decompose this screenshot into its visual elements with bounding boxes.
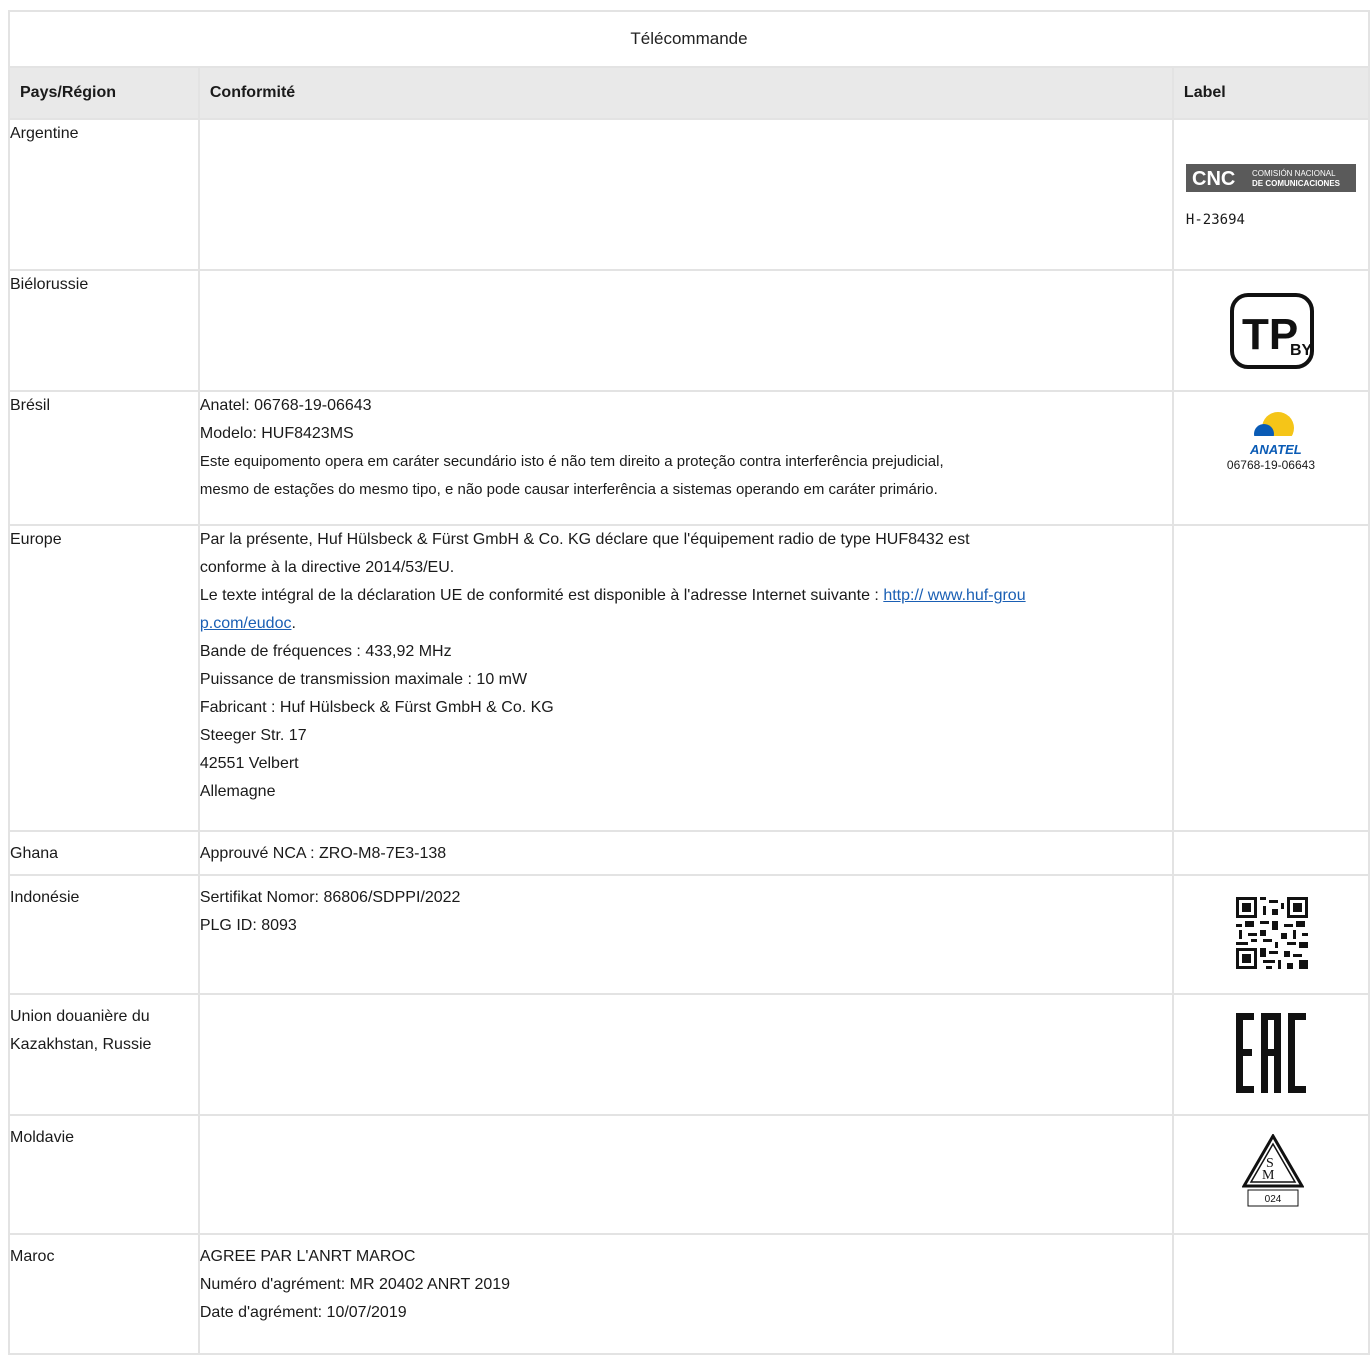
- cnc-mark: CNC: [1192, 168, 1235, 190]
- compliance-line: Modelo: HUF8423MS: [199, 425, 354, 442]
- label-cell: ANATEL 06768-19-06643: [1171, 390, 1370, 526]
- label-code: H-23694: [1185, 212, 1245, 228]
- label-cell: [1171, 1233, 1370, 1355]
- compliance-line: Este equipomento opera em caráter secund…: [199, 453, 944, 470]
- compliance-text: Le texte intégral de la déclaration UE d…: [199, 587, 884, 604]
- country-line: Union douanière du: [10, 1008, 150, 1025]
- compliance-cell: [197, 118, 1174, 271]
- compliance-line: conforme à la directive 2014/53/EU.: [199, 559, 455, 576]
- table-caption: Télécommande: [8, 10, 1370, 68]
- compliance-table: Télécommande Pays/Région Conformité Labe…: [8, 10, 1370, 1355]
- compliance-line: Numéro d'agrément: MR 20402 ANRT 2019: [199, 1276, 511, 1293]
- compliance-cell: Approuvé NCA : ZRO-M8-7E3-138: [197, 830, 1174, 876]
- compliance-cell: [197, 269, 1174, 392]
- compliance-line: Puissance de transmission maximale : 10 …: [199, 671, 528, 688]
- compliance-cell: AGREE PAR L'ANRT MAROC Numéro d'agrément…: [197, 1233, 1174, 1355]
- country-cell: Brésil: [8, 390, 200, 526]
- compliance-line: 42551 Velbert: [199, 755, 299, 772]
- table-row: Biélorussie TP BY: [8, 269, 1370, 392]
- country-cell: Maroc: [8, 1233, 200, 1355]
- compliance-cell: Par la présente, Huf Hülsbeck & Fürst Gm…: [197, 524, 1174, 832]
- compliance-cell: Anatel: 06768-19-06643 Modelo: HUF8423MS…: [197, 390, 1174, 526]
- country-line: Kazakhstan, Russie: [10, 1036, 152, 1053]
- compliance-line: Fabricant : Huf Hülsbeck & Fürst GmbH & …: [199, 699, 554, 716]
- compliance-line: Steeger Str. 17: [199, 727, 307, 744]
- qr-code-icon: [1232, 894, 1311, 972]
- table-header-row: Pays/Région Conformité Label: [8, 66, 1370, 120]
- compliance-line: Anatel: 06768-19-06643: [199, 397, 372, 414]
- label-cell: S M 024: [1171, 1114, 1370, 1235]
- compliance-text: .: [291, 615, 296, 632]
- compliance-line: PLG ID: 8093: [199, 917, 297, 934]
- compliance-line: p.com/eudoc.: [200, 610, 1172, 638]
- label-cell: [1171, 874, 1370, 995]
- label-cell: [1171, 830, 1370, 876]
- compliance-line: AGREE PAR L'ANRT MAROC: [199, 1248, 416, 1265]
- by-text: BY: [1290, 342, 1313, 359]
- label-cell: CNC COMISIÓN NACIONAL DE COMUNICACIONES …: [1171, 118, 1370, 271]
- header-compliance: Conformité: [197, 66, 1174, 120]
- country-cell: Europe: [8, 524, 200, 832]
- anatel-code: 06768-19-06643: [1226, 458, 1315, 472]
- eudoc-link[interactable]: http:// www.huf-grou: [883, 587, 1025, 604]
- table-row: Moldavie S M 024: [8, 1114, 1370, 1235]
- compliance-line: Bande de fréquences : 433,92 MHz: [199, 643, 452, 660]
- country-cell: Indonésie: [8, 874, 200, 995]
- compliance-line: mesmo de estações do mesmo tipo, e não p…: [199, 481, 938, 498]
- anatel-text: ANATEL: [1249, 442, 1302, 457]
- table-row: Argentine CNC COMISIÓN NACIONAL DE COMUN…: [8, 118, 1370, 271]
- compliance-line: Allemagne: [199, 783, 276, 800]
- label-cell: TP BY: [1171, 269, 1370, 392]
- table-row: Brésil Anatel: 06768-19-06643 Modelo: HU…: [8, 390, 1370, 526]
- compliance-cell: Sertifikat Nomor: 86806/SDPPI/2022 PLG I…: [197, 874, 1174, 995]
- cnc-line2: DE COMUNICACIONES: [1252, 179, 1341, 188]
- svg-text:M: M: [1262, 1168, 1275, 1183]
- table-row: Ghana Approuvé NCA : ZRO-M8-7E3-138: [8, 830, 1370, 876]
- sm-mark-icon: S M 024: [1241, 1134, 1304, 1207]
- eac-logo-icon: [1235, 1013, 1306, 1093]
- label-cell: [1171, 524, 1370, 832]
- compliance-line: Par la présente, Huf Hülsbeck & Fürst Gm…: [199, 531, 970, 548]
- label-cell: [1171, 993, 1370, 1116]
- compliance-line: Date d'agrément: 10/07/2019: [199, 1304, 407, 1321]
- table-row: Maroc AGREE PAR L'ANRT MAROC Numéro d'ag…: [8, 1233, 1370, 1355]
- table-row: Indonésie Sertifikat Nomor: 86806/SDPPI/…: [8, 874, 1370, 995]
- country-cell: Ghana: [8, 830, 200, 876]
- country-cell: Argentine: [8, 118, 200, 271]
- tp-by-logo-icon: TP BY: [1229, 293, 1314, 369]
- compliance-line: Le texte intégral de la déclaration UE d…: [200, 582, 1172, 610]
- cnc-line1: COMISIÓN NACIONAL: [1252, 169, 1336, 178]
- country-cell: Biélorussie: [8, 269, 200, 392]
- compliance-cell: [197, 1114, 1174, 1235]
- cnc-logo-icon: CNC COMISIÓN NACIONAL DE COMUNICACIONES: [1185, 164, 1356, 192]
- anatel-logo-icon: ANATEL: [1249, 412, 1302, 457]
- compliance-cell: [197, 993, 1174, 1116]
- header-label: Label: [1171, 66, 1370, 120]
- header-country: Pays/Région: [8, 66, 200, 120]
- country-cell: Moldavie: [8, 1114, 200, 1235]
- sm-code: 024: [1265, 1194, 1282, 1205]
- table-row: Union douanière du Kazakhstan, Russie: [8, 993, 1370, 1116]
- country-cell: Union douanière du Kazakhstan, Russie: [8, 993, 200, 1116]
- compliance-line: Sertifikat Nomor: 86806/SDPPI/2022: [199, 889, 461, 906]
- table-row: Europe Par la présente, Huf Hülsbeck & F…: [8, 524, 1370, 832]
- eudoc-link-continued[interactable]: p.com/eudoc: [200, 615, 292, 632]
